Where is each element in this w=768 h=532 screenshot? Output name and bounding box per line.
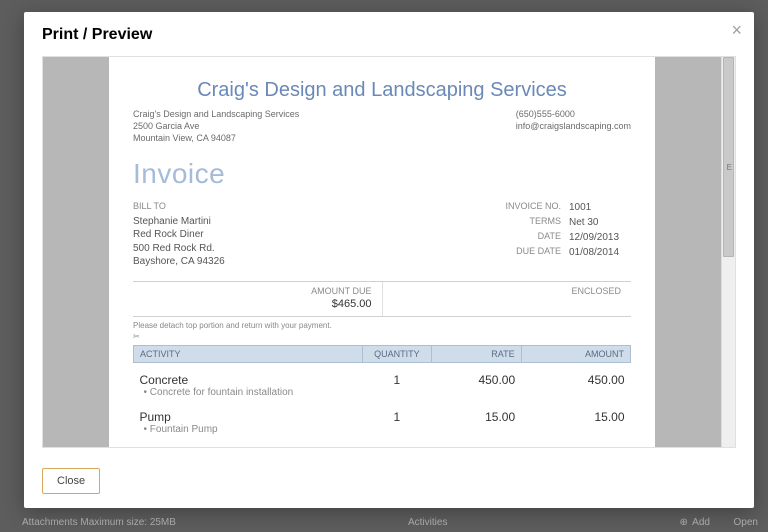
- bill-to-name: Stephanie Martini: [133, 215, 225, 229]
- item-activity: Concrete • Concrete for fountain install…: [134, 362, 363, 400]
- company-addr1: 2500 Garcia Ave: [133, 120, 299, 132]
- table-row: Pump • Fountain Pump 1 15.00 15.00: [134, 400, 631, 437]
- amount-due-cell: AMOUNT DUE $465.00: [133, 282, 382, 316]
- due-date-value: 01/08/2014: [569, 245, 631, 260]
- date-label: DATE: [538, 230, 561, 245]
- invoice-page: Craig's Design and Landscaping Services …: [109, 57, 655, 447]
- page-margin-left: [43, 57, 109, 447]
- company-addr2: Mountain View, CA 94087: [133, 132, 299, 144]
- table-row: Concrete • Concrete for fountain install…: [134, 362, 631, 400]
- terms-label: TERMS: [530, 215, 562, 230]
- enclosed-label: ENCLOSED: [393, 286, 622, 296]
- bill-to-block: BILL TO Stephanie Martini Red Rock Diner…: [133, 200, 225, 268]
- scissors-icon: ✂: [133, 332, 631, 341]
- print-preview-modal: × Print / Preview Craig's Design and Lan…: [24, 12, 754, 508]
- item-qty: 1: [362, 362, 432, 400]
- scrollbar-track[interactable]: E: [721, 57, 735, 447]
- item-desc: • Fountain Pump: [140, 424, 357, 435]
- modal-title: Print / Preview: [42, 26, 736, 44]
- item-qty: 1: [362, 400, 432, 437]
- modal-header: Print / Preview: [24, 12, 754, 50]
- terms-value: Net 30: [569, 215, 631, 230]
- bg-open-label: Open: [734, 517, 758, 528]
- invoice-info-block: INVOICE NO. 1001 TERMS Net 30 DATE 12/09/20…: [505, 200, 631, 268]
- item-rate: 450.00: [432, 362, 521, 400]
- bg-activities-label: Activities: [408, 517, 447, 528]
- col-quantity: QUANTITY: [362, 345, 432, 362]
- background-footer: Attachments Maximum size: 25MB Activitie…: [22, 517, 758, 528]
- table-header-row: ACTIVITY QUANTITY RATE AMOUNT: [134, 345, 631, 362]
- scrollbar-marker: E: [727, 163, 732, 172]
- bill-to-company: Red Rock Diner: [133, 228, 225, 242]
- item-amount: 450.00: [521, 362, 630, 400]
- invoice-no-value: 1001: [569, 200, 631, 215]
- close-icon[interactable]: ×: [731, 20, 742, 41]
- bill-to-addr2: Bayshore, CA 94326: [133, 255, 225, 269]
- due-date-label: DUE DATE: [516, 245, 561, 260]
- invoice-meta: BILL TO Stephanie Martini Red Rock Diner…: [133, 200, 631, 268]
- company-contact-block: (650)555-6000 info@craigslandscaping.com: [516, 108, 631, 144]
- enclosed-cell: ENCLOSED: [382, 282, 632, 316]
- letterhead: Craig's Design and Landscaping Services …: [133, 108, 631, 144]
- bg-attachments-label: Attachments Maximum size: 25MB: [22, 517, 176, 528]
- company-phone: (650)555-6000: [516, 108, 631, 120]
- col-activity: ACTIVITY: [134, 345, 363, 362]
- col-amount: AMOUNT: [521, 345, 630, 362]
- bg-add-icon: ⊕: [680, 517, 688, 528]
- bg-add-label: Add: [692, 517, 710, 528]
- item-name: Pump: [140, 410, 357, 424]
- amount-due-label: AMOUNT DUE: [143, 286, 372, 296]
- col-rate: RATE: [432, 345, 521, 362]
- company-email: info@craigslandscaping.com: [516, 120, 631, 132]
- detach-note: Please detach top portion and return wit…: [133, 321, 631, 330]
- document-title: Invoice: [133, 158, 631, 190]
- close-button[interactable]: Close: [42, 468, 100, 494]
- bg-addopen: ⊕ Add Open: [680, 517, 758, 528]
- preview-viewport: Craig's Design and Landscaping Services …: [42, 56, 736, 448]
- item-activity: Pump • Fountain Pump: [134, 400, 363, 437]
- line-items-table: ACTIVITY QUANTITY RATE AMOUNT Concrete •…: [133, 345, 631, 437]
- item-amount: 15.00: [521, 400, 630, 437]
- date-value: 12/09/2013: [569, 230, 631, 245]
- bill-to-label: BILL TO: [133, 200, 225, 212]
- item-rate: 15.00: [432, 400, 521, 437]
- company-address-block: Craig's Design and Landscaping Services …: [133, 108, 299, 144]
- company-name: Craig's Design and Landscaping Services: [133, 108, 299, 120]
- scrollbar-thumb[interactable]: [723, 57, 734, 257]
- page-margin-right: [655, 57, 721, 447]
- item-name: Concrete: [140, 373, 357, 387]
- amount-due-enclosed-row: AMOUNT DUE $465.00 ENCLOSED: [133, 281, 631, 317]
- invoice-no-label: INVOICE NO.: [505, 200, 561, 215]
- item-desc: • Concrete for fountain installation: [140, 387, 357, 398]
- bill-to-addr1: 500 Red Rock Rd.: [133, 242, 225, 256]
- table-body: Concrete • Concrete for fountain install…: [134, 362, 631, 437]
- company-title: Craig's Design and Landscaping Services: [133, 79, 631, 102]
- amount-due-value: $465.00: [143, 298, 372, 310]
- modal-footer: Close: [24, 458, 754, 508]
